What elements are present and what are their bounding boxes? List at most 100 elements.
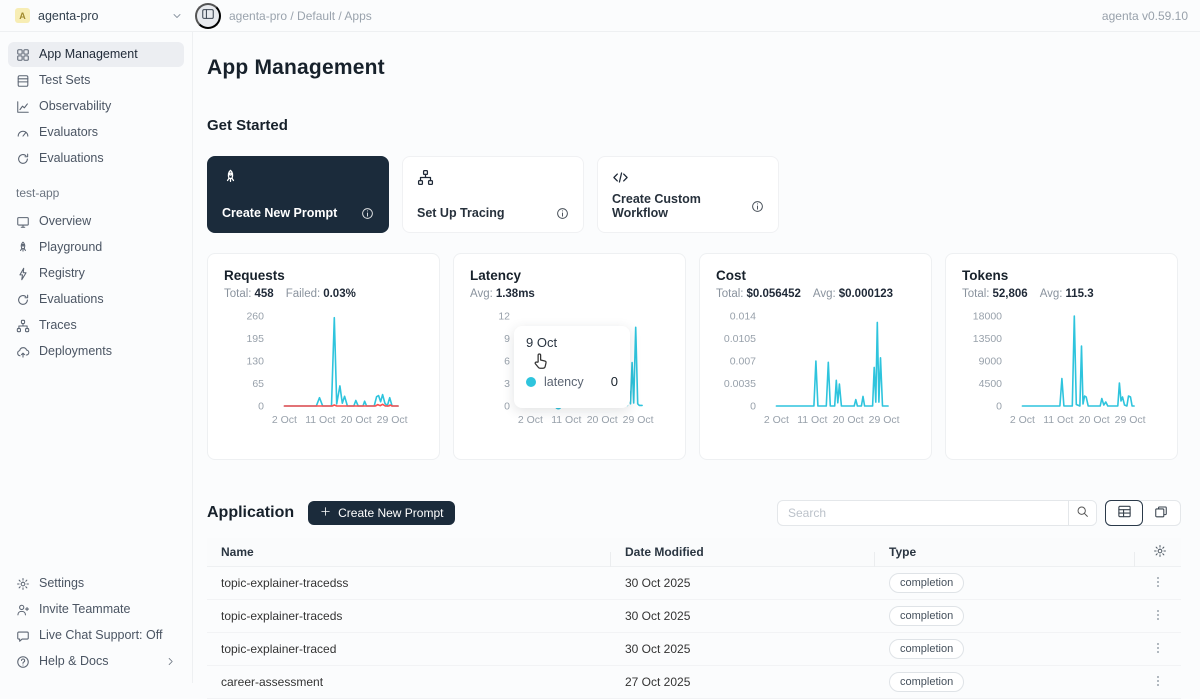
sidebar-item-test-sets[interactable]: Test Sets xyxy=(8,68,184,93)
sidebar-item-playground[interactable]: Playground xyxy=(8,235,184,260)
sidebar-item-help-docs[interactable]: Help & Docs xyxy=(8,649,184,674)
chart-cost[interactable]: 00.00350.0070.01050.0142 Oct11 Oct20 Oct… xyxy=(716,306,917,428)
stat-card-tokens: TokensTotal:52,806Avg:115.30450090001350… xyxy=(945,253,1178,460)
svg-text:0.0105: 0.0105 xyxy=(724,333,756,345)
workspace-avatar: A xyxy=(15,8,30,23)
stat-avg: Avg:115.3 xyxy=(1040,288,1094,300)
table-view-button[interactable] xyxy=(1105,500,1143,526)
table-row-topic-explainer-traceds[interactable]: topic-explainer-traceds30 Oct 2025 comple… xyxy=(207,600,1181,633)
search-button[interactable] xyxy=(1068,501,1096,525)
get-started-heading: Get Started xyxy=(207,117,1181,134)
sidebar-item-label: Evaluations xyxy=(39,292,104,307)
svg-text:195: 195 xyxy=(246,333,264,345)
chart-tokens[interactable]: 04500900013500180002 Oct11 Oct20 Oct29 O… xyxy=(962,306,1163,428)
card-label: Create Custom Workflow xyxy=(612,192,751,220)
cell-date-modified: 27 Oct 2025 xyxy=(611,675,875,689)
type-badge: completion xyxy=(889,606,964,626)
rocket-icon xyxy=(16,241,30,255)
series-dot-icon xyxy=(526,377,536,387)
column-header-date-modified: Date Modified xyxy=(611,545,875,559)
sidebar-item-invite-teammate[interactable]: Invite Teammate xyxy=(8,597,184,622)
chart-requests[interactable]: 0651301952602 Oct11 Oct20 Oct29 Oct xyxy=(224,306,425,428)
table-row-topic-explainer-tracedss[interactable]: topic-explainer-tracedss30 Oct 2025compl… xyxy=(207,567,1181,600)
svg-text:0.014: 0.014 xyxy=(730,311,756,323)
row-menu-button[interactable] xyxy=(1149,639,1167,660)
card-view-button[interactable] xyxy=(1142,501,1180,525)
tooltip-value: 0 xyxy=(611,374,618,389)
cell-name: topic-explainer-traceds xyxy=(207,609,611,623)
card-view-icon xyxy=(1154,505,1168,522)
sidebar-main-nav: App ManagementTest SetsObservabilityEval… xyxy=(4,42,188,172)
top-bar: A agenta-pro agenta-pro / Default / Apps… xyxy=(0,0,1200,32)
svg-text:2 Oct: 2 Oct xyxy=(518,414,543,426)
svg-text:9: 9 xyxy=(504,333,510,345)
cell-date-modified: 30 Oct 2025 xyxy=(611,609,875,623)
sidebar-item-label: Test Sets xyxy=(39,73,90,88)
sidebar-item-settings[interactable]: Settings xyxy=(8,571,184,596)
ellipsis-icon xyxy=(1151,641,1165,658)
create-new-prompt-button[interactable]: Create New Prompt xyxy=(308,501,455,525)
type-badge: completion xyxy=(889,573,964,593)
ellipsis-icon xyxy=(1151,575,1165,592)
svg-text:29 Oct: 29 Oct xyxy=(869,414,900,426)
main-content: App Management Get Started Create New Pr… xyxy=(193,32,1200,683)
sidebar-item-app-management[interactable]: App Management xyxy=(8,42,184,67)
sidebar-item-label: Help & Docs xyxy=(39,654,108,669)
workspace-selector[interactable]: A agenta-pro xyxy=(0,8,193,23)
svg-text:0: 0 xyxy=(504,401,510,413)
svg-text:2 Oct: 2 Oct xyxy=(1010,414,1035,426)
tree-icon xyxy=(417,169,569,186)
column-settings-gear-icon[interactable] xyxy=(1153,547,1167,561)
sidebar-item-live-chat-support-off[interactable]: Live Chat Support: Off xyxy=(8,623,184,648)
refresh-icon xyxy=(16,152,30,166)
sidebar-item-label: Registry xyxy=(39,266,85,281)
get-started-card-create-custom-workflow[interactable]: Create Custom Workflow xyxy=(597,156,779,233)
invite-icon xyxy=(16,603,30,617)
sidebar-item-evaluations[interactable]: Evaluations xyxy=(8,287,184,312)
sidebar-item-evaluations[interactable]: Evaluations xyxy=(8,146,184,171)
search-input[interactable] xyxy=(778,501,1068,525)
sidebar-item-label: Traces xyxy=(39,318,77,333)
row-menu-button[interactable] xyxy=(1149,573,1167,594)
table-row-topic-explainer-traced[interactable]: topic-explainer-traced30 Oct 2025complet… xyxy=(207,633,1181,666)
sidebar-item-observability[interactable]: Observability xyxy=(8,94,184,119)
grid-icon xyxy=(16,48,30,62)
search-box xyxy=(777,500,1097,526)
sidebar-item-label: Overview xyxy=(39,214,91,229)
info-icon[interactable] xyxy=(556,207,569,220)
svg-text:2 Oct: 2 Oct xyxy=(764,414,789,426)
cell-name: topic-explainer-traced xyxy=(207,642,611,656)
type-badge: completion xyxy=(889,672,964,692)
rocket-icon xyxy=(222,169,374,186)
application-heading: Application xyxy=(207,504,294,522)
column-header-type: Type xyxy=(875,545,1135,559)
sidebar-item-overview[interactable]: Overview xyxy=(8,209,184,234)
list-icon xyxy=(16,74,30,88)
get-started-card-set-up-tracing[interactable]: Set Up Tracing xyxy=(402,156,584,233)
sidebar-item-label: App Management xyxy=(39,47,138,62)
get-started-card-create-new-prompt[interactable]: Create New Prompt xyxy=(207,156,389,233)
sidebar-item-traces[interactable]: Traces xyxy=(8,313,184,338)
info-icon[interactable] xyxy=(751,200,764,213)
sidebar-item-label: Settings xyxy=(39,576,84,591)
sidebar-item-registry[interactable]: Registry xyxy=(8,261,184,286)
svg-text:20 Oct: 20 Oct xyxy=(587,414,618,426)
svg-text:130: 130 xyxy=(246,356,264,368)
info-icon[interactable] xyxy=(361,207,374,220)
breadcrumb[interactable]: agenta-pro / Default / Apps xyxy=(229,9,372,23)
table-view-icon xyxy=(1117,504,1132,522)
monitor-icon xyxy=(16,215,30,229)
sidebar-item-deployments[interactable]: Deployments xyxy=(8,339,184,364)
gauge-icon xyxy=(16,126,30,140)
sidebar-item-evaluators[interactable]: Evaluators xyxy=(8,120,184,145)
table-row-career-assessment[interactable]: career-assessment27 Oct 2025completion xyxy=(207,666,1181,699)
stat-total: Total:52,806 xyxy=(962,288,1028,300)
row-menu-button[interactable] xyxy=(1149,672,1167,693)
stat-total: Total:$0.056452 xyxy=(716,288,801,300)
ellipsis-icon xyxy=(1151,608,1165,625)
chevron-down-icon xyxy=(171,10,183,22)
row-menu-button[interactable] xyxy=(1149,606,1167,627)
sidebar-collapse-button[interactable] xyxy=(195,3,221,29)
stat-cards: RequestsTotal:458Failed:0.03%06513019526… xyxy=(207,253,1181,460)
svg-text:29 Oct: 29 Oct xyxy=(623,414,654,426)
